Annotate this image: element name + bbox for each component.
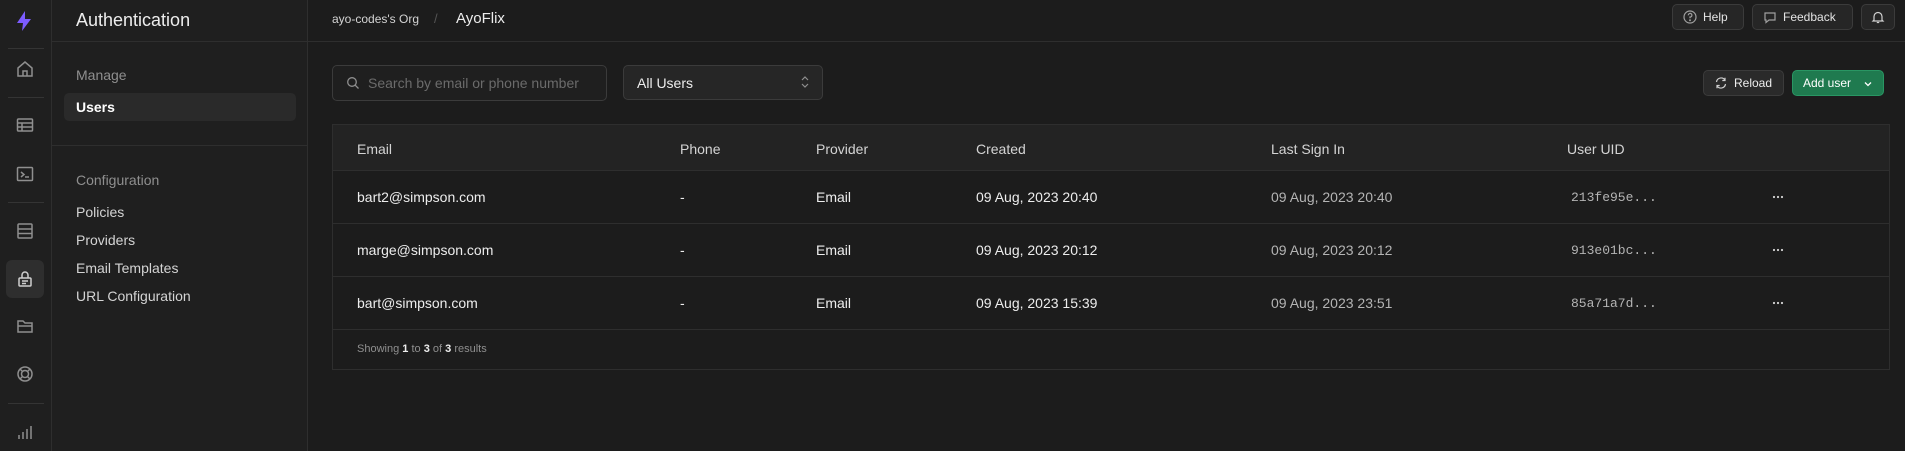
add-user-label: Add user [1803, 76, 1852, 90]
footer-results: results [454, 343, 487, 355]
edge-functions-icon[interactable] [6, 355, 44, 393]
chevron-up-down-icon [801, 76, 809, 88]
cell-email: bart2@simpson.com [357, 189, 486, 205]
row-actions-icon[interactable] [1769, 241, 1787, 259]
column-header-provider: Provider [816, 141, 869, 157]
add-user-button[interactable]: Add user [1792, 70, 1884, 96]
footer-to-word: to [411, 343, 421, 355]
cell-phone: - [680, 189, 685, 205]
users-table: Email Phone Provider Created Last Sign I… [332, 124, 1890, 370]
cell-last-sign-in: 09 Aug, 2023 20:12 [1271, 242, 1393, 258]
column-header-user-uid: User UID [1567, 141, 1625, 157]
help-icon [1683, 10, 1697, 24]
auth-menu: Authentication Manage Users Configuratio… [52, 0, 308, 451]
refresh-icon [1715, 77, 1727, 89]
cell-created: 09 Aug, 2023 15:39 [976, 295, 1098, 311]
user-filter-value: All Users [637, 74, 694, 91]
table-row[interactable]: bart2@simpson.com - Email 09 Aug, 2023 2… [333, 171, 1889, 224]
cell-phone: - [680, 242, 685, 258]
configuration-section-label: Configuration [76, 172, 160, 188]
rail-divider [8, 97, 44, 98]
column-header-last-sign-in: Last Sign In [1271, 141, 1345, 157]
search-input[interactable] [368, 75, 588, 91]
rail-divider [8, 403, 44, 404]
top-bar: ayo-codes's Org / AyoFlix Help Feedback [308, 0, 1905, 42]
app-root: Authentication Manage Users Configuratio… [0, 0, 1905, 451]
column-header-email: Email [357, 141, 393, 157]
rail-divider [8, 48, 44, 49]
table-row[interactable]: bart@simpson.com - Email 09 Aug, 2023 15… [333, 277, 1889, 330]
column-header-phone: Phone [680, 141, 721, 157]
manage-section-label: Manage [76, 67, 127, 83]
chat-bubble-icon [1764, 12, 1776, 24]
rail-divider [8, 202, 44, 203]
icon-rail [0, 0, 52, 451]
cell-user-uid: 213fe95e... [1571, 190, 1657, 205]
reports-chart-icon[interactable] [6, 413, 44, 451]
notifications-button[interactable] [1861, 4, 1895, 30]
cell-created: 09 Aug, 2023 20:40 [976, 189, 1098, 205]
user-filter-select[interactable]: All Users [623, 65, 823, 100]
footer-showing: Showing [357, 343, 400, 355]
menu-item-users[interactable]: Users [64, 93, 296, 121]
breadcrumb-separator: / [434, 11, 438, 26]
menu-item-providers[interactable]: Providers [76, 232, 135, 248]
cell-email: bart@simpson.com [357, 295, 478, 311]
menu-item-policies[interactable]: Policies [76, 204, 124, 220]
supabase-logo-icon[interactable] [12, 9, 36, 33]
sql-editor-icon[interactable] [6, 155, 44, 193]
breadcrumb-project[interactable]: AyoFlix [456, 10, 505, 27]
cell-phone: - [680, 295, 685, 311]
row-actions-icon[interactable] [1769, 294, 1787, 312]
breadcrumb-org[interactable]: ayo-codes's Org [332, 12, 419, 26]
cell-user-uid: 913e01bc... [1571, 243, 1657, 258]
auth-lock-icon[interactable] [6, 260, 44, 298]
cell-created: 09 Aug, 2023 20:12 [976, 242, 1098, 258]
table-header: Email Phone Provider Created Last Sign I… [333, 125, 1889, 171]
cell-provider: Email [816, 295, 852, 311]
footer-of-word: of [432, 343, 443, 355]
search-field[interactable] [332, 65, 607, 101]
help-label: Help [1703, 10, 1728, 24]
menu-divider [52, 145, 307, 146]
storage-folder-icon[interactable] [6, 307, 44, 345]
row-actions-icon[interactable] [1769, 188, 1787, 206]
footer-to: 3 [423, 343, 430, 355]
help-button[interactable]: Help [1672, 4, 1744, 30]
menu-title: Authentication [52, 0, 307, 42]
footer-total: 3 [445, 343, 452, 355]
menu-item-users-label: Users [76, 99, 115, 115]
chevron-down-icon [1864, 82, 1872, 87]
menu-item-url-configuration[interactable]: URL Configuration [76, 288, 191, 304]
feedback-button[interactable]: Feedback [1752, 4, 1853, 30]
database-icon[interactable] [6, 212, 44, 250]
search-icon [347, 77, 359, 89]
table-editor-icon[interactable] [6, 106, 44, 144]
cell-provider: Email [816, 242, 852, 258]
cell-email: marge@simpson.com [357, 242, 494, 258]
cell-last-sign-in: 09 Aug, 2023 20:40 [1271, 189, 1393, 205]
cell-user-uid: 85a71a7d... [1571, 296, 1657, 311]
cell-last-sign-in: 09 Aug, 2023 23:51 [1271, 295, 1393, 311]
feedback-label: Feedback [1783, 10, 1836, 24]
cell-provider: Email [816, 189, 852, 205]
footer-from: 1 [402, 343, 409, 355]
reload-button[interactable]: Reload [1703, 70, 1784, 96]
home-icon[interactable] [6, 50, 44, 88]
bell-icon [1871, 11, 1885, 24]
table-row[interactable]: marge@simpson.com - Email 09 Aug, 2023 2… [333, 224, 1889, 277]
column-header-created: Created [976, 141, 1026, 157]
reload-label: Reload [1734, 76, 1773, 90]
table-footer: Showing 1 to 3 of 3 results [357, 343, 487, 355]
menu-item-email-templates[interactable]: Email Templates [76, 260, 178, 276]
